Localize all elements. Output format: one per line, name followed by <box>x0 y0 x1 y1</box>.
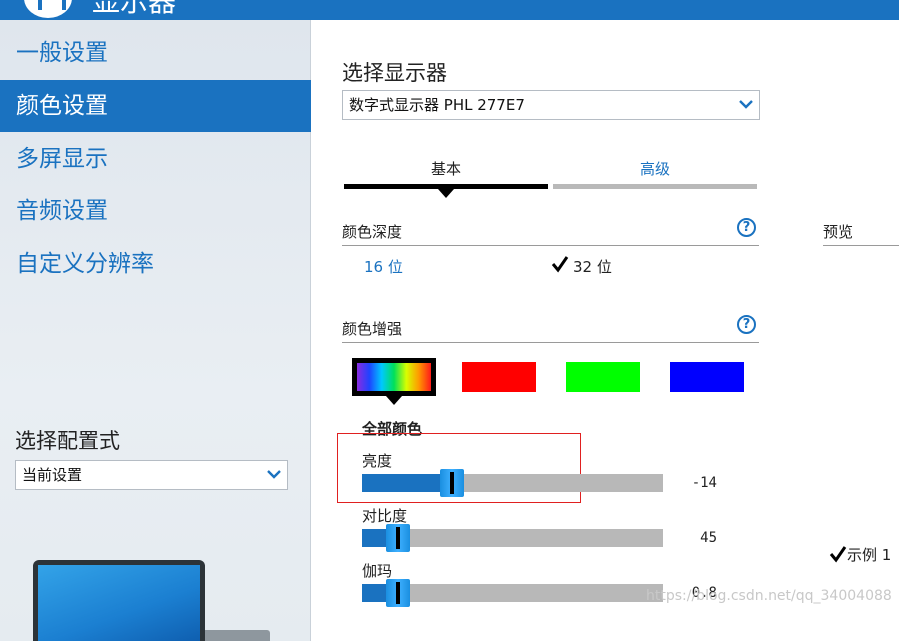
tab-basic[interactable]: 基本 <box>344 158 548 198</box>
contrast-slider[interactable] <box>362 524 663 552</box>
sidebar-item-multi-display[interactable]: 多屏显示 <box>0 133 311 185</box>
swatch-blue[interactable] <box>670 362 744 392</box>
checkmark-icon <box>829 546 847 563</box>
checkmark-icon <box>551 256 569 273</box>
chevron-down-icon <box>267 470 281 479</box>
swatch-green[interactable] <box>566 362 640 392</box>
sidebar-item-audio[interactable]: 音频设置 <box>0 185 311 237</box>
swatch-all-colors[interactable] <box>352 358 436 396</box>
monitor-illustration <box>33 560 205 641</box>
preview-title: 预览 <box>823 223 854 241</box>
contrast-value: 45 <box>700 530 717 546</box>
main-panel: 选择显示器 数字式显示器 PHL 277E7 基本 高级 颜色深度 ? 预览 1… <box>312 20 899 641</box>
display-select-title: 选择显示器 <box>342 61 447 85</box>
display-select[interactable]: 数字式显示器 PHL 277E7 <box>342 90 760 120</box>
color-depth-16bit[interactable]: 16 位 <box>364 256 403 277</box>
color-depth-title: 颜色深度 <box>342 223 403 241</box>
gamma-label: 伽玛 <box>362 562 393 580</box>
sidebar-item-color[interactable]: 颜色设置 <box>0 80 311 132</box>
color-depth-32bit[interactable]: 32 位 <box>573 256 612 277</box>
help-icon[interactable]: ? <box>737 315 756 334</box>
profile-select[interactable]: 当前设置 <box>15 460 288 490</box>
brightness-slider-thumb[interactable] <box>440 469 464 497</box>
window-title: 显示器 <box>92 0 177 18</box>
sidebar-item-custom-resolution[interactable]: 自定义分辨率 <box>0 238 311 290</box>
contrast-slider-thumb[interactable] <box>386 524 410 552</box>
sample-label: 示例 1 <box>847 546 892 564</box>
contrast-label: 对比度 <box>362 507 408 525</box>
brightness-label: 亮度 <box>362 452 393 470</box>
color-depth-header: 颜色深度 ? <box>342 218 759 246</box>
sidebar-item-general[interactable]: 一般设置 <box>0 27 311 79</box>
profile-title: 选择配置式 <box>15 429 120 453</box>
watermark: https://blog.csdn.net/qq_34004088 <box>646 588 892 604</box>
swatch-pointer-icon <box>386 396 402 405</box>
color-enhance-header: 颜色增强 ? <box>342 315 759 343</box>
tab-advanced[interactable]: 高级 <box>553 158 757 189</box>
profile-select-value: 当前设置 <box>22 466 83 484</box>
tab-bar: 基本 高级 <box>344 158 758 198</box>
swatch-red[interactable] <box>462 362 536 392</box>
brightness-slider-fill <box>362 474 452 492</box>
title-bar: 显示器 <box>0 0 899 20</box>
display-select-value: 数字式显示器 PHL 277E7 <box>349 96 525 114</box>
monitor-stand <box>205 630 270 641</box>
brightness-slider[interactable] <box>362 469 663 497</box>
tab-advanced-underline <box>553 184 757 189</box>
preview-header: 预览 <box>823 221 899 246</box>
app-logo-icon <box>24 0 72 18</box>
gamma-slider-thumb[interactable] <box>386 579 410 607</box>
sidebar: 一般设置 颜色设置 多屏显示 音频设置 自定义分辨率 选择配置式 当前设置 <box>0 20 311 641</box>
color-enhance-title: 颜色增强 <box>342 320 403 338</box>
help-icon[interactable]: ? <box>737 218 756 237</box>
tab-pointer-icon <box>438 189 454 198</box>
gamma-slider[interactable] <box>362 579 663 607</box>
sample-option[interactable]: 示例 1 <box>829 544 891 565</box>
brightness-value: -14 <box>691 475 717 491</box>
chevron-down-icon <box>739 100 753 109</box>
tab-basic-label: 基本 <box>430 160 461 178</box>
tab-advanced-label: 高级 <box>639 160 670 178</box>
